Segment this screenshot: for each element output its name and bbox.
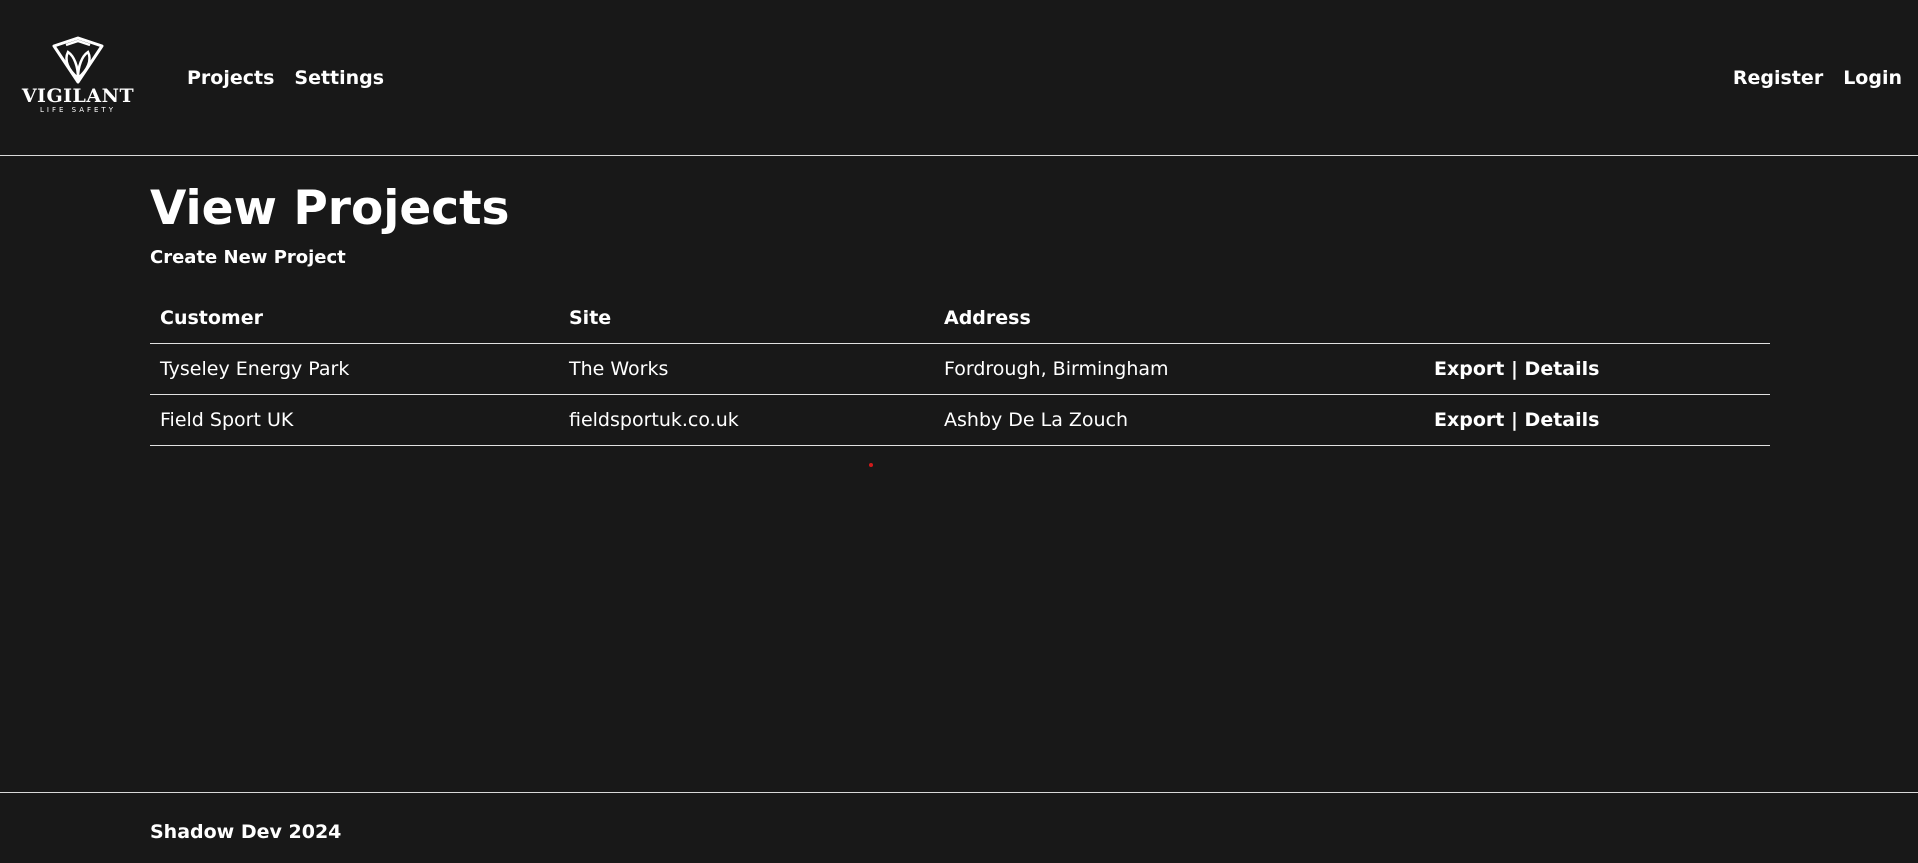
- nav-register[interactable]: Register: [1733, 66, 1823, 90]
- action-separator: |: [1510, 358, 1518, 380]
- cell-site: fieldsportuk.co.uk: [559, 394, 934, 446]
- header-site: Site: [559, 293, 934, 344]
- nav-settings[interactable]: Settings: [294, 66, 384, 90]
- main-content: View Projects Create New Project Custome…: [150, 156, 1770, 446]
- export-link[interactable]: Export: [1434, 358, 1504, 380]
- create-project-link[interactable]: Create New Project: [150, 247, 346, 269]
- details-link[interactable]: Details: [1525, 358, 1600, 380]
- header-customer: Customer: [150, 293, 559, 344]
- main-nav: Projects Settings: [187, 66, 384, 90]
- brand-logo[interactable]: VIGILANT LIFE SAFETY: [18, 36, 138, 118]
- cell-address: Ashby De La Zouch: [934, 394, 1424, 446]
- nav-projects[interactable]: Projects: [187, 66, 274, 90]
- nav-login[interactable]: Login: [1843, 66, 1902, 90]
- brand-tagline: LIFE SAFETY: [39, 106, 116, 114]
- cell-site: The Works: [559, 343, 934, 395]
- header-actions: [1424, 293, 1770, 344]
- projects-table: Customer Site Address Tyseley Energy Par…: [150, 293, 1770, 446]
- cell-actions: Export | Details: [1424, 343, 1770, 395]
- action-separator: |: [1510, 409, 1518, 431]
- table-row: Tyseley Energy Park The Works Fordrough,…: [150, 343, 1770, 395]
- page-title: View Projects: [150, 181, 510, 236]
- account-nav: Register Login: [1733, 66, 1902, 90]
- footer-text: Shadow Dev 2024: [150, 821, 342, 843]
- cursor-dot: [869, 463, 873, 467]
- table-header-row: Customer Site Address: [150, 293, 1770, 344]
- site-header: VIGILANT LIFE SAFETY Projects Settings R…: [0, 0, 1918, 156]
- table-row: Field Sport UK fieldsportuk.co.uk Ashby …: [150, 394, 1770, 446]
- shield-leaf-icon: [52, 36, 104, 84]
- details-link[interactable]: Details: [1525, 409, 1600, 431]
- cell-customer: Field Sport UK: [150, 394, 559, 446]
- header-address: Address: [934, 293, 1424, 344]
- brand-name: VIGILANT: [21, 85, 135, 107]
- site-footer: Shadow Dev 2024: [0, 792, 1918, 863]
- export-link[interactable]: Export: [1434, 409, 1504, 431]
- cell-customer: Tyseley Energy Park: [150, 343, 559, 395]
- cell-address: Fordrough, Birmingham: [934, 343, 1424, 395]
- cell-actions: Export | Details: [1424, 394, 1770, 446]
